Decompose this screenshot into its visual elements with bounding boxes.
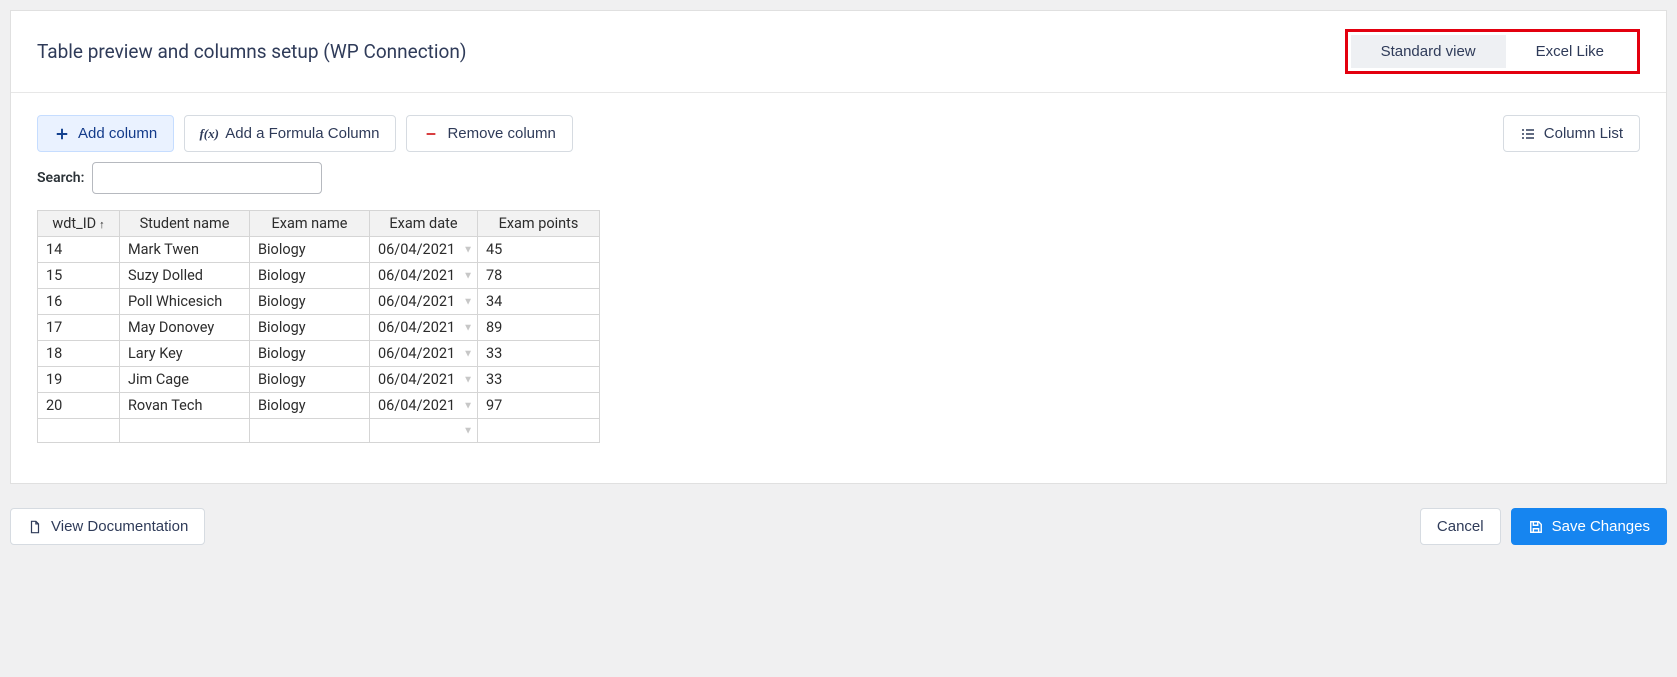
cell-id[interactable]: 19 xyxy=(38,367,120,393)
column-header-exam-date[interactable]: Exam date xyxy=(370,211,478,237)
dropdown-icon: ▼ xyxy=(463,374,473,385)
table-row[interactable]: 16 Poll Whicesich Biology 06/04/2021▼ 34 xyxy=(38,289,600,315)
cell-exam[interactable]: Biology xyxy=(250,367,370,393)
save-icon xyxy=(1528,519,1544,535)
remove-column-button[interactable]: Remove column xyxy=(406,115,572,152)
cell-id[interactable]: 15 xyxy=(38,263,120,289)
table-row[interactable]: 15 Suzy Dolled Biology 06/04/2021▼ 78 xyxy=(38,263,600,289)
table-row[interactable]: 18 Lary Key Biology 06/04/2021▼ 33 xyxy=(38,341,600,367)
dropdown-icon: ▼ xyxy=(463,270,473,281)
cell-id[interactable]: 18 xyxy=(38,341,120,367)
remove-column-label: Remove column xyxy=(447,125,555,142)
plus-icon xyxy=(54,126,70,142)
cell-date[interactable]: 06/04/2021▼ xyxy=(370,263,478,289)
cell-points[interactable]: 33 xyxy=(478,367,600,393)
cell-student[interactable]: Rovan Tech xyxy=(120,393,250,419)
search-label: Search: xyxy=(37,170,84,186)
table-header-row: wdt_ID↑ Student name Exam name Exam date… xyxy=(38,211,600,237)
formula-icon: f(x) xyxy=(201,126,217,142)
cell-student[interactable]: Poll Whicesich xyxy=(120,289,250,315)
cell-student[interactable]: Mark Twen xyxy=(120,237,250,263)
cell-id[interactable]: 17 xyxy=(38,315,120,341)
column-header-student-name[interactable]: Student name xyxy=(120,211,250,237)
cell-points[interactable]: 33 xyxy=(478,341,600,367)
table-row-empty[interactable]: ▼ xyxy=(38,419,600,443)
cell-points[interactable]: 97 xyxy=(478,393,600,419)
footer-bar: View Documentation Cancel Save Changes xyxy=(0,494,1677,565)
view-documentation-button[interactable]: View Documentation xyxy=(10,508,205,545)
preview-table: wdt_ID↑ Student name Exam name Exam date… xyxy=(37,210,600,443)
save-changes-label: Save Changes xyxy=(1552,518,1650,535)
cell-exam[interactable]: Biology xyxy=(250,315,370,341)
cell-exam[interactable]: Biology xyxy=(250,237,370,263)
cell-points[interactable]: 78 xyxy=(478,263,600,289)
cell-id[interactable]: 20 xyxy=(38,393,120,419)
cell-date[interactable]: 06/04/2021▼ xyxy=(370,393,478,419)
dropdown-icon: ▼ xyxy=(463,296,473,307)
search-input[interactable] xyxy=(92,162,322,194)
cell-date[interactable]: 06/04/2021▼ xyxy=(370,341,478,367)
table-row[interactable]: 17 May Donovey Biology 06/04/2021▼ 89 xyxy=(38,315,600,341)
cell-exam[interactable]: Biology xyxy=(250,289,370,315)
excel-like-tab[interactable]: Excel Like xyxy=(1506,35,1634,68)
view-documentation-label: View Documentation xyxy=(51,518,188,535)
column-list-button[interactable]: Column List xyxy=(1503,115,1640,152)
dropdown-icon: ▼ xyxy=(463,425,473,436)
view-toggle-group: Standard view Excel Like xyxy=(1345,29,1640,74)
cell-id[interactable]: 16 xyxy=(38,289,120,315)
cell-points[interactable]: 45 xyxy=(478,237,600,263)
table-row[interactable]: 14 Mark Twen Biology 06/04/2021▼ 45 xyxy=(38,237,600,263)
minus-icon xyxy=(423,126,439,142)
cell-student[interactable]: Lary Key xyxy=(120,341,250,367)
list-icon xyxy=(1520,126,1536,142)
column-header-exam-name[interactable]: Exam name xyxy=(250,211,370,237)
add-formula-label: Add a Formula Column xyxy=(225,125,379,142)
table-wrap: wdt_ID↑ Student name Exam name Exam date… xyxy=(11,210,1666,483)
standard-view-tab[interactable]: Standard view xyxy=(1351,35,1506,68)
panel-header: Table preview and columns setup (WP Conn… xyxy=(11,11,1666,93)
column-header-wdt-id[interactable]: wdt_ID↑ xyxy=(38,211,120,237)
add-column-label: Add column xyxy=(78,125,157,142)
search-row: Search: xyxy=(11,162,1666,210)
cell-exam[interactable]: Biology xyxy=(250,263,370,289)
dropdown-icon: ▼ xyxy=(463,322,473,333)
cell-id[interactable]: 14 xyxy=(38,237,120,263)
dropdown-icon: ▼ xyxy=(463,348,473,359)
cell-exam[interactable]: Biology xyxy=(250,341,370,367)
column-list-label: Column List xyxy=(1544,125,1623,142)
document-icon xyxy=(27,519,43,535)
column-header-exam-points[interactable]: Exam points xyxy=(478,211,600,237)
cell-date[interactable]: 06/04/2021▼ xyxy=(370,315,478,341)
add-column-button[interactable]: Add column xyxy=(37,115,174,152)
cancel-button[interactable]: Cancel xyxy=(1420,508,1501,545)
cell-student[interactable]: Jim Cage xyxy=(120,367,250,393)
cell-date[interactable]: 06/04/2021▼ xyxy=(370,237,478,263)
cell-student[interactable]: May Donovey xyxy=(120,315,250,341)
dropdown-icon: ▼ xyxy=(463,400,473,411)
table-row[interactable]: 19 Jim Cage Biology 06/04/2021▼ 33 xyxy=(38,367,600,393)
dropdown-icon: ▼ xyxy=(463,244,473,255)
sort-asc-icon: ↑ xyxy=(99,218,105,231)
cell-points[interactable]: 89 xyxy=(478,315,600,341)
cell-student[interactable]: Suzy Dolled xyxy=(120,263,250,289)
table-setup-panel: Table preview and columns setup (WP Conn… xyxy=(10,10,1667,484)
table-row[interactable]: 20 Rovan Tech Biology 06/04/2021▼ 97 xyxy=(38,393,600,419)
cell-exam[interactable]: Biology xyxy=(250,393,370,419)
add-formula-column-button[interactable]: f(x) Add a Formula Column xyxy=(184,115,396,152)
cell-date[interactable]: 06/04/2021▼ xyxy=(370,289,478,315)
toolbar: Add column f(x) Add a Formula Column Rem… xyxy=(11,93,1666,162)
save-changes-button[interactable]: Save Changes xyxy=(1511,508,1667,545)
cell-points[interactable]: 34 xyxy=(478,289,600,315)
panel-title: Table preview and columns setup (WP Conn… xyxy=(37,40,466,63)
cell-date[interactable]: 06/04/2021▼ xyxy=(370,367,478,393)
